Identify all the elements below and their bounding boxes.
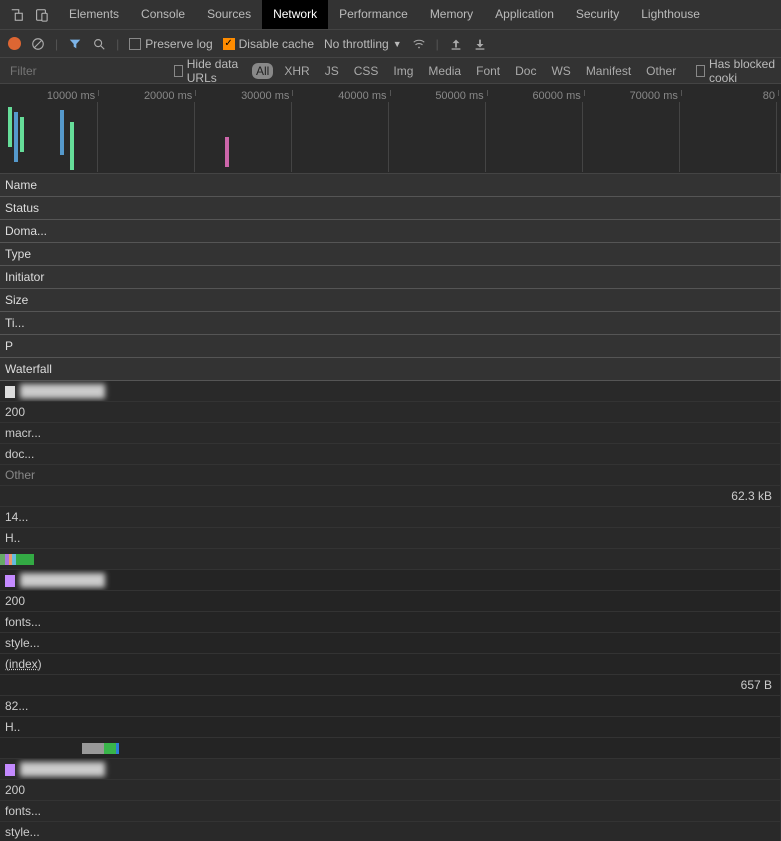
filter-types: All XHR JS CSS Img Media Font Doc WS Manifest Othe…: [252, 63, 680, 79]
throttling-dropdown[interactable]: No throttling ▼: [324, 37, 402, 51]
cell-domain: macr...: [0, 423, 781, 444]
cell-priority: H..: [0, 717, 781, 738]
preserve-log-checkbox[interactable]: Preserve log: [129, 37, 212, 51]
timeline-tick: 20000 ms: [99, 90, 196, 102]
timeline-tick: 80: [682, 90, 779, 102]
file-icon: [5, 386, 15, 398]
filter-type-media[interactable]: Media: [424, 63, 465, 79]
filter-type-doc[interactable]: Doc: [511, 63, 540, 79]
timeline-tick: 40000 ms: [293, 90, 390, 102]
filter-type-css[interactable]: CSS: [350, 63, 383, 79]
devtools-tabs: ElementsConsoleSourcesNetworkPerformance…: [0, 0, 781, 30]
column-header[interactable]: P: [0, 335, 781, 358]
cell-type: style...: [0, 633, 781, 654]
cell-initiator: Other: [0, 465, 781, 486]
filter-type-font[interactable]: Font: [472, 63, 504, 79]
column-header[interactable]: Waterfall: [0, 358, 781, 381]
upload-icon[interactable]: [449, 36, 463, 51]
cell-type: style...: [0, 822, 781, 841]
chevron-down-icon: ▼: [393, 39, 402, 49]
network-table: NameStatusDoma...TypeInitiatorSizeTi...P…: [0, 174, 781, 841]
cell-domain: fonts...: [0, 612, 781, 633]
column-header[interactable]: Type: [0, 243, 781, 266]
cell-status: 200: [0, 780, 781, 801]
filter-type-other[interactable]: Other: [642, 63, 680, 79]
wifi-icon[interactable]: [412, 36, 426, 51]
tab-console[interactable]: Console: [130, 0, 196, 29]
column-header[interactable]: Initiator: [0, 266, 781, 289]
filter-type-all[interactable]: All: [252, 63, 273, 79]
clear-icon[interactable]: [31, 36, 45, 51]
cell-time: 82...: [0, 696, 781, 717]
cell-status: 200: [0, 591, 781, 612]
column-header[interactable]: Ti...: [0, 312, 781, 335]
cell-size: 657 B: [0, 675, 781, 696]
inspect-icon[interactable]: [10, 7, 24, 22]
timeline-tick: 30000 ms: [196, 90, 293, 102]
download-icon[interactable]: [473, 36, 487, 51]
filter-type-xhr[interactable]: XHR: [280, 63, 313, 79]
file-icon: [5, 764, 15, 776]
timeline-tick: 10000 ms: [2, 90, 99, 102]
filter-bar: Hide data URLs All XHR JS CSS Img Media Font Do…: [0, 58, 781, 84]
hide-data-urls-checkbox[interactable]: Hide data URLs: [174, 57, 244, 85]
cell-waterfall: [0, 549, 781, 570]
column-header[interactable]: Size: [0, 289, 781, 312]
throttling-label: No throttling: [324, 37, 389, 51]
cell-name: ██████████: [0, 570, 781, 591]
disable-cache-label: Disable cache: [239, 37, 314, 51]
column-header[interactable]: Doma...: [0, 220, 781, 243]
column-header[interactable]: Status: [0, 197, 781, 220]
cell-domain: fonts...: [0, 801, 781, 822]
file-icon: [5, 575, 15, 587]
filter-type-img[interactable]: Img: [389, 63, 417, 79]
cell-status: 200: [0, 402, 781, 423]
table-body[interactable]: ██████████200macr...doc...Other62.3 kB14…: [0, 381, 781, 841]
tab-performance[interactable]: Performance: [328, 0, 419, 29]
tab-lighthouse[interactable]: Lighthouse: [630, 0, 711, 29]
filter-input[interactable]: [6, 62, 166, 80]
cell-type: doc...: [0, 444, 781, 465]
tab-network[interactable]: Network: [262, 0, 328, 29]
tab-application[interactable]: Application: [484, 0, 565, 29]
filter-type-js[interactable]: JS: [321, 63, 343, 79]
record-button[interactable]: [8, 37, 21, 50]
tabs-container: ElementsConsoleSourcesNetworkPerformance…: [58, 0, 711, 29]
device-icon[interactable]: [34, 7, 48, 22]
tab-sources[interactable]: Sources: [196, 0, 262, 29]
timeline-tick: 60000 ms: [488, 90, 585, 102]
disable-cache-checkbox[interactable]: ✓ Disable cache: [223, 37, 314, 51]
tab-elements[interactable]: Elements: [58, 0, 130, 29]
cell-name: ██████████: [0, 759, 781, 780]
cell-time: 14...: [0, 507, 781, 528]
blocked-cookies-label: Has blocked cooki: [709, 57, 775, 85]
cell-waterfall: [0, 738, 781, 759]
cell-size: 62.3 kB: [0, 486, 781, 507]
filter-type-manifest[interactable]: Manifest: [582, 63, 635, 79]
cell-initiator[interactable]: (index): [0, 654, 781, 675]
tab-memory[interactable]: Memory: [419, 0, 484, 29]
timeline-tick: 70000 ms: [585, 90, 682, 102]
timeline-tick: 50000 ms: [391, 90, 488, 102]
search-icon[interactable]: [92, 36, 106, 51]
column-header[interactable]: Name: [0, 174, 781, 197]
hide-data-urls-label: Hide data URLs: [187, 57, 244, 85]
cell-priority: H..: [0, 528, 781, 549]
filter-icon[interactable]: [68, 36, 82, 51]
cell-name: ██████████: [0, 381, 781, 402]
timeline-overview[interactable]: 10000 ms20000 ms30000 ms40000 ms50000 ms…: [0, 84, 781, 174]
tab-security[interactable]: Security: [565, 0, 630, 29]
network-toolbar: | | Preserve log ✓ Disable cache No thro…: [0, 30, 781, 58]
blocked-cookies-checkbox[interactable]: Has blocked cooki: [696, 57, 775, 85]
filter-type-ws[interactable]: WS: [547, 63, 574, 79]
preserve-log-label: Preserve log: [145, 37, 212, 51]
